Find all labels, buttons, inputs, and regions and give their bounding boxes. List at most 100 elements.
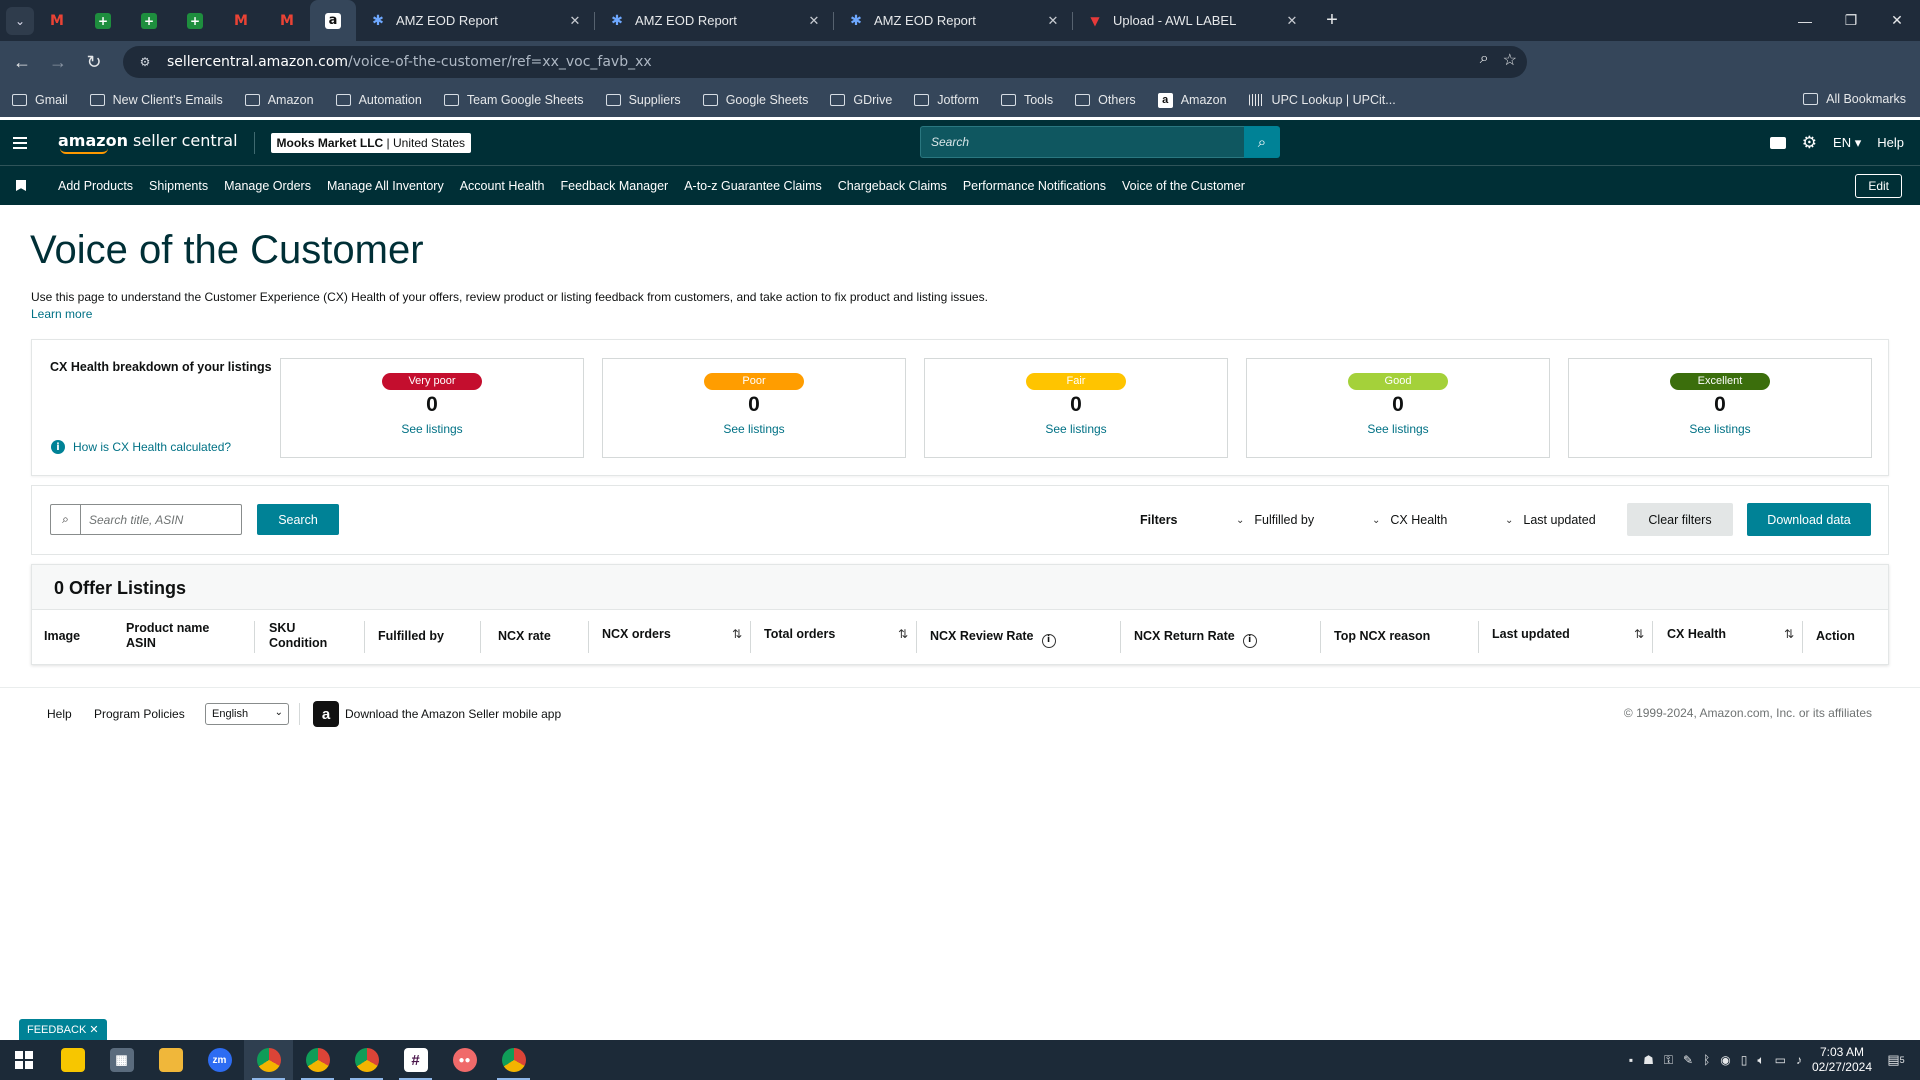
taskbar-calculator[interactable]: ▦ xyxy=(97,1040,146,1080)
bookmark-suppliers[interactable]: Suppliers xyxy=(605,93,681,107)
close-icon[interactable]: ✕ xyxy=(1044,13,1062,29)
listing-search-input[interactable]: Search title, ASIN xyxy=(81,505,191,534)
col-last-updated[interactable]: Last updated xyxy=(1492,627,1570,642)
pinned-tab-gmail-1[interactable]: M xyxy=(34,0,80,41)
cx-health-dropdown[interactable]: ⌄ CX Health xyxy=(1372,513,1447,527)
col-product-name[interactable]: Product name ASIN xyxy=(126,621,209,651)
network-share-icon[interactable]: ⚿ xyxy=(1664,1053,1673,1068)
volume-icon[interactable]: 🔈︎ xyxy=(1757,1053,1764,1068)
nav-a-to-z-claims[interactable]: A-to-z Guarantee Claims xyxy=(684,179,822,193)
bookmark-gmail[interactable]: Gmail xyxy=(12,93,68,107)
microphone-icon[interactable]: ♪ xyxy=(1796,1053,1802,1067)
nav-manage-all-inventory[interactable]: Manage All Inventory xyxy=(327,179,444,193)
back-arrow-icon[interactable]: ← xyxy=(4,44,40,80)
taskbar-clock[interactable]: 7:03 AM 02/27/2024 xyxy=(1812,1045,1872,1075)
nav-chargeback-claims[interactable]: Chargeback Claims xyxy=(838,179,947,193)
all-bookmarks[interactable]: All Bookmarks xyxy=(1803,92,1906,106)
col-fulfilled-by[interactable]: Fulfilled by xyxy=(378,629,444,644)
taskbar-chrome-1[interactable] xyxy=(244,1040,293,1080)
col-sku[interactable]: SKU Condition xyxy=(269,621,327,651)
hamburger-menu-icon[interactable] xyxy=(0,136,40,149)
bookmark-gdrive[interactable]: GDrive xyxy=(830,93,892,107)
bookmark-team-google-sheets[interactable]: Team Google Sheets xyxy=(443,93,584,107)
taskbar-chrome-2[interactable] xyxy=(293,1040,342,1080)
col-ncx-orders[interactable]: NCX orders xyxy=(602,627,671,642)
bookmark-star-icon[interactable]: ☆ xyxy=(1503,50,1517,70)
footer-program-policies-link[interactable]: Program Policies xyxy=(94,707,185,721)
language-selector[interactable]: EN ▾ xyxy=(1833,135,1861,151)
footer-help-link[interactable]: Help xyxy=(47,707,72,721)
col-top-ncx-reason[interactable]: Top NCX reason xyxy=(1334,629,1430,644)
sort-arrows-icon[interactable]: ⇅ xyxy=(1784,627,1794,641)
nav-manage-orders[interactable]: Manage Orders xyxy=(224,179,311,193)
seller-central-logo[interactable]: amazon seller central xyxy=(58,131,238,154)
new-tab-plus-icon[interactable]: + xyxy=(1317,6,1347,36)
see-listings-link[interactable]: See listings xyxy=(1569,422,1871,436)
restore-icon[interactable]: ❐ xyxy=(1828,0,1874,41)
zoom-tray-icon[interactable]: ◉ xyxy=(1720,1053,1730,1067)
info-icon[interactable]: i xyxy=(1041,633,1056,648)
tab-amz-eod-report-2[interactable]: ✱ AMZ EOD Report ✕ xyxy=(595,0,833,41)
tab-amz-eod-report-3[interactable]: ✱ AMZ EOD Report ✕ xyxy=(834,0,1072,41)
mail-icon[interactable] xyxy=(1769,136,1786,149)
close-icon[interactable]: ✕ xyxy=(1283,13,1301,29)
taskbar-sticky-notes[interactable] xyxy=(48,1040,97,1080)
tab-upload-awl-label[interactable]: ▼ Upload - AWL LABEL ✕ xyxy=(1073,0,1311,41)
bookmark-amazon[interactable]: a Amazon xyxy=(1157,92,1227,108)
fulfilled-by-dropdown[interactable]: ⌄ Fulfilled by xyxy=(1236,513,1314,527)
footer-app-link[interactable]: Download the Amazon Seller mobile app xyxy=(345,707,561,721)
minimize-icon[interactable]: — xyxy=(1782,0,1828,41)
sort-arrows-icon[interactable]: ⇅ xyxy=(898,627,908,641)
close-icon[interactable]: ✕ xyxy=(805,13,823,29)
forward-arrow-icon[interactable]: → xyxy=(40,44,76,80)
info-icon[interactable]: i xyxy=(1242,633,1257,648)
taskbar-chrome-3[interactable] xyxy=(342,1040,391,1080)
pinned-tab-gmail-3[interactable]: M xyxy=(264,0,310,41)
reload-icon[interactable]: ↻ xyxy=(76,44,112,80)
nav-performance-notifications[interactable]: Performance Notifications xyxy=(963,179,1106,193)
search-icon[interactable]: ⌕ xyxy=(1244,126,1280,158)
nav-add-products[interactable]: Add Products xyxy=(58,179,133,193)
taskbar-dots-app[interactable]: ●● xyxy=(440,1040,489,1080)
col-cx-health[interactable]: CX Health xyxy=(1667,627,1726,642)
sort-arrows-icon[interactable]: ⇅ xyxy=(1634,627,1644,641)
tab-search-chevron-icon[interactable]: ⌄ xyxy=(6,6,34,35)
learn-more-link[interactable]: Learn more xyxy=(31,307,92,321)
sort-arrows-icon[interactable]: ⇅ xyxy=(732,627,742,641)
footer-language-select[interactable]: English ⌄ xyxy=(205,703,289,725)
account-switcher[interactable]: Mooks Market LLC | United States xyxy=(270,132,472,153)
nav-shipments[interactable]: Shipments xyxy=(149,179,208,193)
bookmark-others[interactable]: Others xyxy=(1075,93,1136,107)
feedback-button[interactable]: FEEDBACK ✕ xyxy=(19,1019,107,1040)
site-info-icon[interactable]: ⚙ xyxy=(133,50,157,74)
people-icon[interactable]: ☗ xyxy=(1643,1053,1654,1067)
bookmark-amazon-folder[interactable]: Amazon xyxy=(244,93,314,107)
taskbar-chrome-4[interactable] xyxy=(489,1040,538,1080)
header-search-input[interactable]: Search xyxy=(920,126,1244,158)
clear-filters-button[interactable]: Clear filters xyxy=(1627,503,1733,536)
last-updated-dropdown[interactable]: ⌄ Last updated xyxy=(1505,513,1596,527)
taskbar-slack[interactable]: # xyxy=(391,1040,440,1080)
see-listings-link[interactable]: See listings xyxy=(281,422,583,436)
address-bar[interactable]: ⚙ sellercentral.amazon.com/voice-of-the-… xyxy=(123,46,1527,78)
download-data-button[interactable]: Download data xyxy=(1747,503,1871,536)
help-link[interactable]: Help xyxy=(1877,135,1904,150)
cx-health-help-link[interactable]: i How is CX Health calculated? xyxy=(51,440,231,454)
taskbar-file-explorer[interactable] xyxy=(146,1040,195,1080)
nav-feedback-manager[interactable]: Feedback Manager xyxy=(561,179,669,193)
nvidia-icon[interactable]: ▪ xyxy=(1629,1053,1633,1067)
url-text[interactable]: sellercentral.amazon.com/voice-of-the-cu… xyxy=(167,54,652,70)
nav-account-health[interactable]: Account Health xyxy=(460,179,545,193)
amazon-seller-app-icon[interactable]: a xyxy=(313,701,339,727)
tab-amz-eod-report-1[interactable]: ✱ AMZ EOD Report ✕ xyxy=(356,0,594,41)
bookmark-icon[interactable] xyxy=(16,180,26,191)
close-icon[interactable]: ✕ xyxy=(89,1024,98,1036)
display-icon[interactable]: ▭ xyxy=(1775,1053,1786,1067)
zoom-search-icon[interactable]: ⌕ xyxy=(1480,50,1489,70)
see-listings-link[interactable]: See listings xyxy=(1247,422,1549,436)
pinned-tab-sheets-3[interactable]: + xyxy=(172,0,218,41)
close-icon[interactable]: ✕ xyxy=(566,13,584,29)
col-ncx-rate[interactable]: NCX rate xyxy=(498,629,551,644)
bookmark-new-clients-emails[interactable]: New Client's Emails xyxy=(89,93,223,107)
gear-icon[interactable]: ⚙ xyxy=(1802,133,1817,153)
